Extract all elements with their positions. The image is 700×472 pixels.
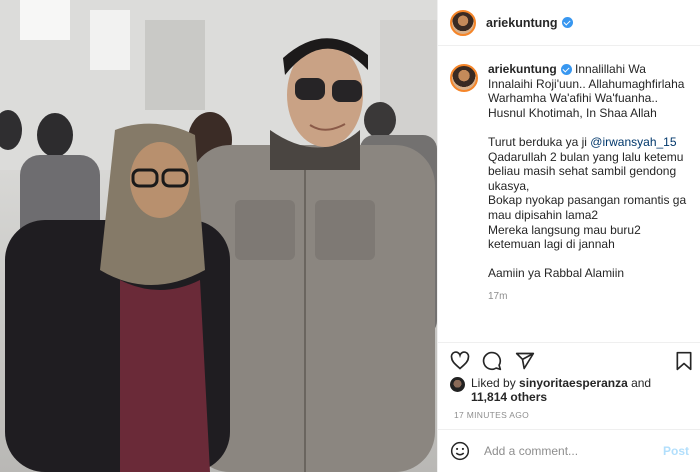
caption-text: ariekuntung Innalillahi Wa Innalaihi Roj… xyxy=(488,62,690,304)
comment-input[interactable] xyxy=(482,443,663,459)
bookmark-icon[interactable] xyxy=(674,351,694,371)
share-icon[interactable] xyxy=(515,351,535,371)
post-sidebar: ariekuntung ariekuntung Innalillahi Wa I… xyxy=(437,0,700,472)
author-avatar[interactable] xyxy=(450,9,476,36)
comment-icon[interactable] xyxy=(482,351,502,371)
comment-bar: Post xyxy=(438,429,700,472)
post-header: ariekuntung xyxy=(438,0,700,46)
likes-count[interactable]: 11,814 others xyxy=(471,390,547,404)
verified-icon xyxy=(561,17,573,28)
verified-icon xyxy=(560,64,572,76)
likes-prefix: Liked by xyxy=(471,376,520,390)
likes-mid: and xyxy=(627,376,652,390)
emoji-icon[interactable] xyxy=(450,441,470,461)
caption-para2-suffix: Qadarullah 2 bulan yang lalu ketemu beli… xyxy=(488,149,687,252)
liker-avatar[interactable] xyxy=(450,377,465,392)
liker-username[interactable]: sinyoritaesperanza xyxy=(519,376,628,390)
post-photo[interactable] xyxy=(0,0,437,472)
author-username[interactable]: ariekuntung xyxy=(486,16,558,30)
caption-block: ariekuntung Innalillahi Wa Innalaihi Roj… xyxy=(450,62,690,304)
caption-username[interactable]: ariekuntung xyxy=(488,62,557,76)
heart-icon[interactable] xyxy=(450,351,470,371)
likes-row: Liked by sinyoritaesperanza and 11,814 o… xyxy=(450,376,651,404)
action-bar xyxy=(438,342,700,379)
post-comment-button[interactable]: Post xyxy=(663,444,689,458)
post-photo-image xyxy=(0,0,437,472)
caption-para3: Aamiin ya Rabbal Alamiin xyxy=(488,266,625,281)
post-timestamp[interactable]: 17 MINUTES AGO xyxy=(454,410,529,420)
caption-avatar[interactable] xyxy=(450,64,478,92)
mention-link[interactable]: @irwansyah_15 xyxy=(590,135,676,149)
instagram-post: ariekuntung ariekuntung Innalillahi Wa I… xyxy=(0,0,700,472)
caption-para2-prefix: Turut berduka ya ji xyxy=(488,134,591,149)
caption-time: 17m xyxy=(488,290,508,302)
